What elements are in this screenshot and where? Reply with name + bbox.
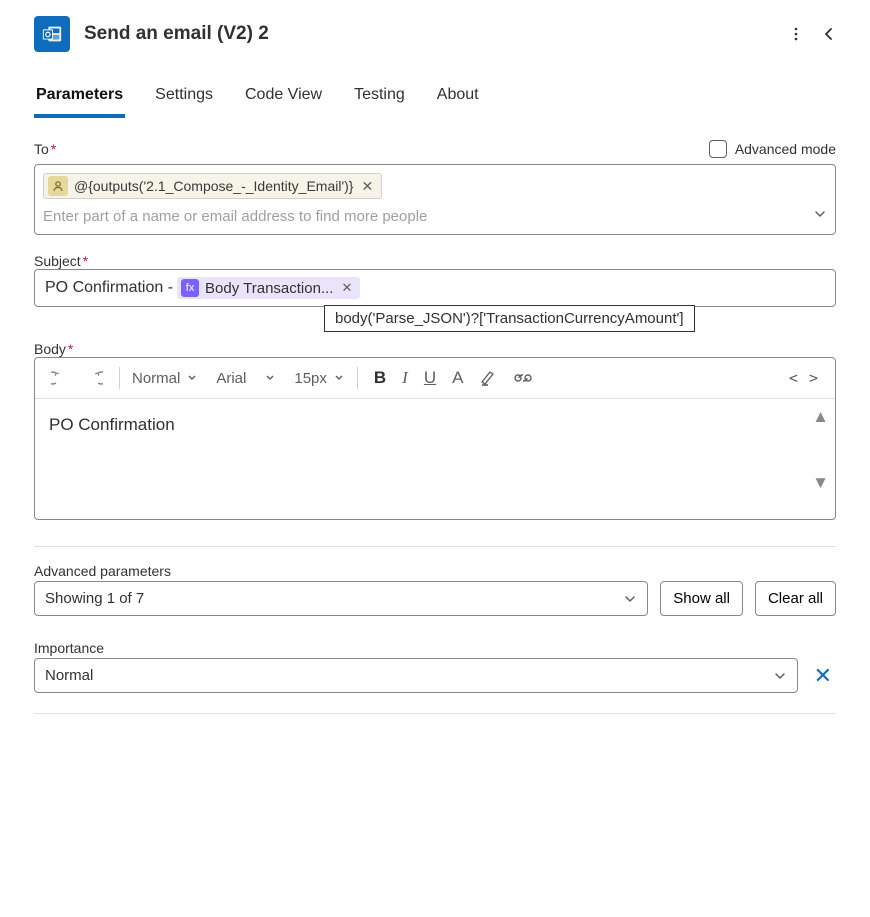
advanced-parameters-select[interactable]: Showing 1 of 7: [34, 581, 648, 616]
subject-label: Subject*: [34, 253, 836, 269]
subject-input[interactable]: PO Confirmation - fx Body Transaction...…: [34, 269, 836, 307]
tab-settings[interactable]: Settings: [153, 80, 215, 117]
tab-about[interactable]: About: [435, 80, 481, 117]
body-label: Body*: [34, 341, 836, 357]
link-button[interactable]: [509, 367, 537, 389]
to-label: To*: [34, 141, 56, 157]
token-tooltip: body('Parse_JSON')?['TransactionCurrency…: [324, 305, 695, 332]
person-icon: [48, 176, 68, 196]
show-all-button[interactable]: Show all: [660, 581, 743, 616]
token-remove-button[interactable]: ✕: [339, 280, 354, 296]
body-content-area[interactable]: PO Confirmation ▲ ▼: [35, 399, 835, 519]
paragraph-style-select[interactable]: Normal: [132, 370, 198, 387]
section-divider: [34, 546, 836, 547]
dynamic-content-token[interactable]: fx Body Transaction... ✕: [177, 277, 360, 299]
chip-text: @{outputs('2.1_Compose_-_Identity_Email'…: [74, 178, 354, 194]
more-options-button[interactable]: [788, 26, 804, 42]
chip-remove-button[interactable]: ✕: [360, 178, 376, 195]
to-placeholder: Enter part of a name or email address to…: [43, 208, 813, 225]
advanced-mode-toggle[interactable]: Advanced mode: [709, 140, 836, 158]
chevron-down-icon[interactable]: [813, 207, 827, 226]
body-editor: Normal Arial 15px B I U A < >: [34, 357, 836, 520]
action-title: Send an email (V2) 2: [84, 23, 774, 45]
token-label: Body Transaction...: [205, 280, 333, 297]
panel-header: Send an email (V2) 2: [34, 16, 836, 52]
scroll-down-icon[interactable]: ▼: [812, 473, 829, 493]
editor-toolbar: Normal Arial 15px B I U A < >: [35, 358, 835, 399]
highlight-button[interactable]: [475, 367, 501, 389]
bold-button[interactable]: B: [370, 366, 390, 390]
importance-select[interactable]: Normal: [34, 658, 798, 693]
code-view-toggle[interactable]: < >: [785, 367, 823, 389]
to-recipient-chip[interactable]: @{outputs('2.1_Compose_-_Identity_Email'…: [43, 173, 382, 199]
tab-bar: Parameters Settings Code View Testing Ab…: [34, 80, 836, 118]
importance-label: Importance: [34, 640, 836, 656]
section-divider: [34, 713, 836, 714]
undo-button[interactable]: [47, 367, 73, 389]
subject-text-prefix: PO Confirmation -: [45, 279, 173, 297]
font-color-button[interactable]: A: [448, 366, 467, 390]
advanced-parameters-label: Advanced parameters: [34, 563, 836, 579]
fx-icon: fx: [181, 279, 199, 297]
clear-importance-button[interactable]: ✕: [810, 663, 836, 689]
underline-button[interactable]: U: [420, 366, 440, 390]
checkbox-icon[interactable]: [709, 140, 727, 158]
chevron-down-icon: [773, 669, 787, 683]
outlook-icon: [34, 16, 70, 52]
font-size-select[interactable]: 15px: [294, 370, 345, 387]
italic-button[interactable]: I: [398, 366, 412, 390]
scroll-up-icon[interactable]: ▲: [812, 407, 829, 427]
collapse-panel-button[interactable]: [822, 27, 836, 41]
clear-all-button[interactable]: Clear all: [755, 581, 836, 616]
tab-code-view[interactable]: Code View: [243, 80, 324, 117]
to-input[interactable]: @{outputs('2.1_Compose_-_Identity_Email'…: [34, 164, 836, 235]
chevron-down-icon: [623, 592, 637, 606]
redo-button[interactable]: [81, 367, 107, 389]
tab-parameters[interactable]: Parameters: [34, 80, 125, 118]
font-family-select[interactable]: Arial: [216, 370, 276, 387]
tab-testing[interactable]: Testing: [352, 80, 407, 117]
